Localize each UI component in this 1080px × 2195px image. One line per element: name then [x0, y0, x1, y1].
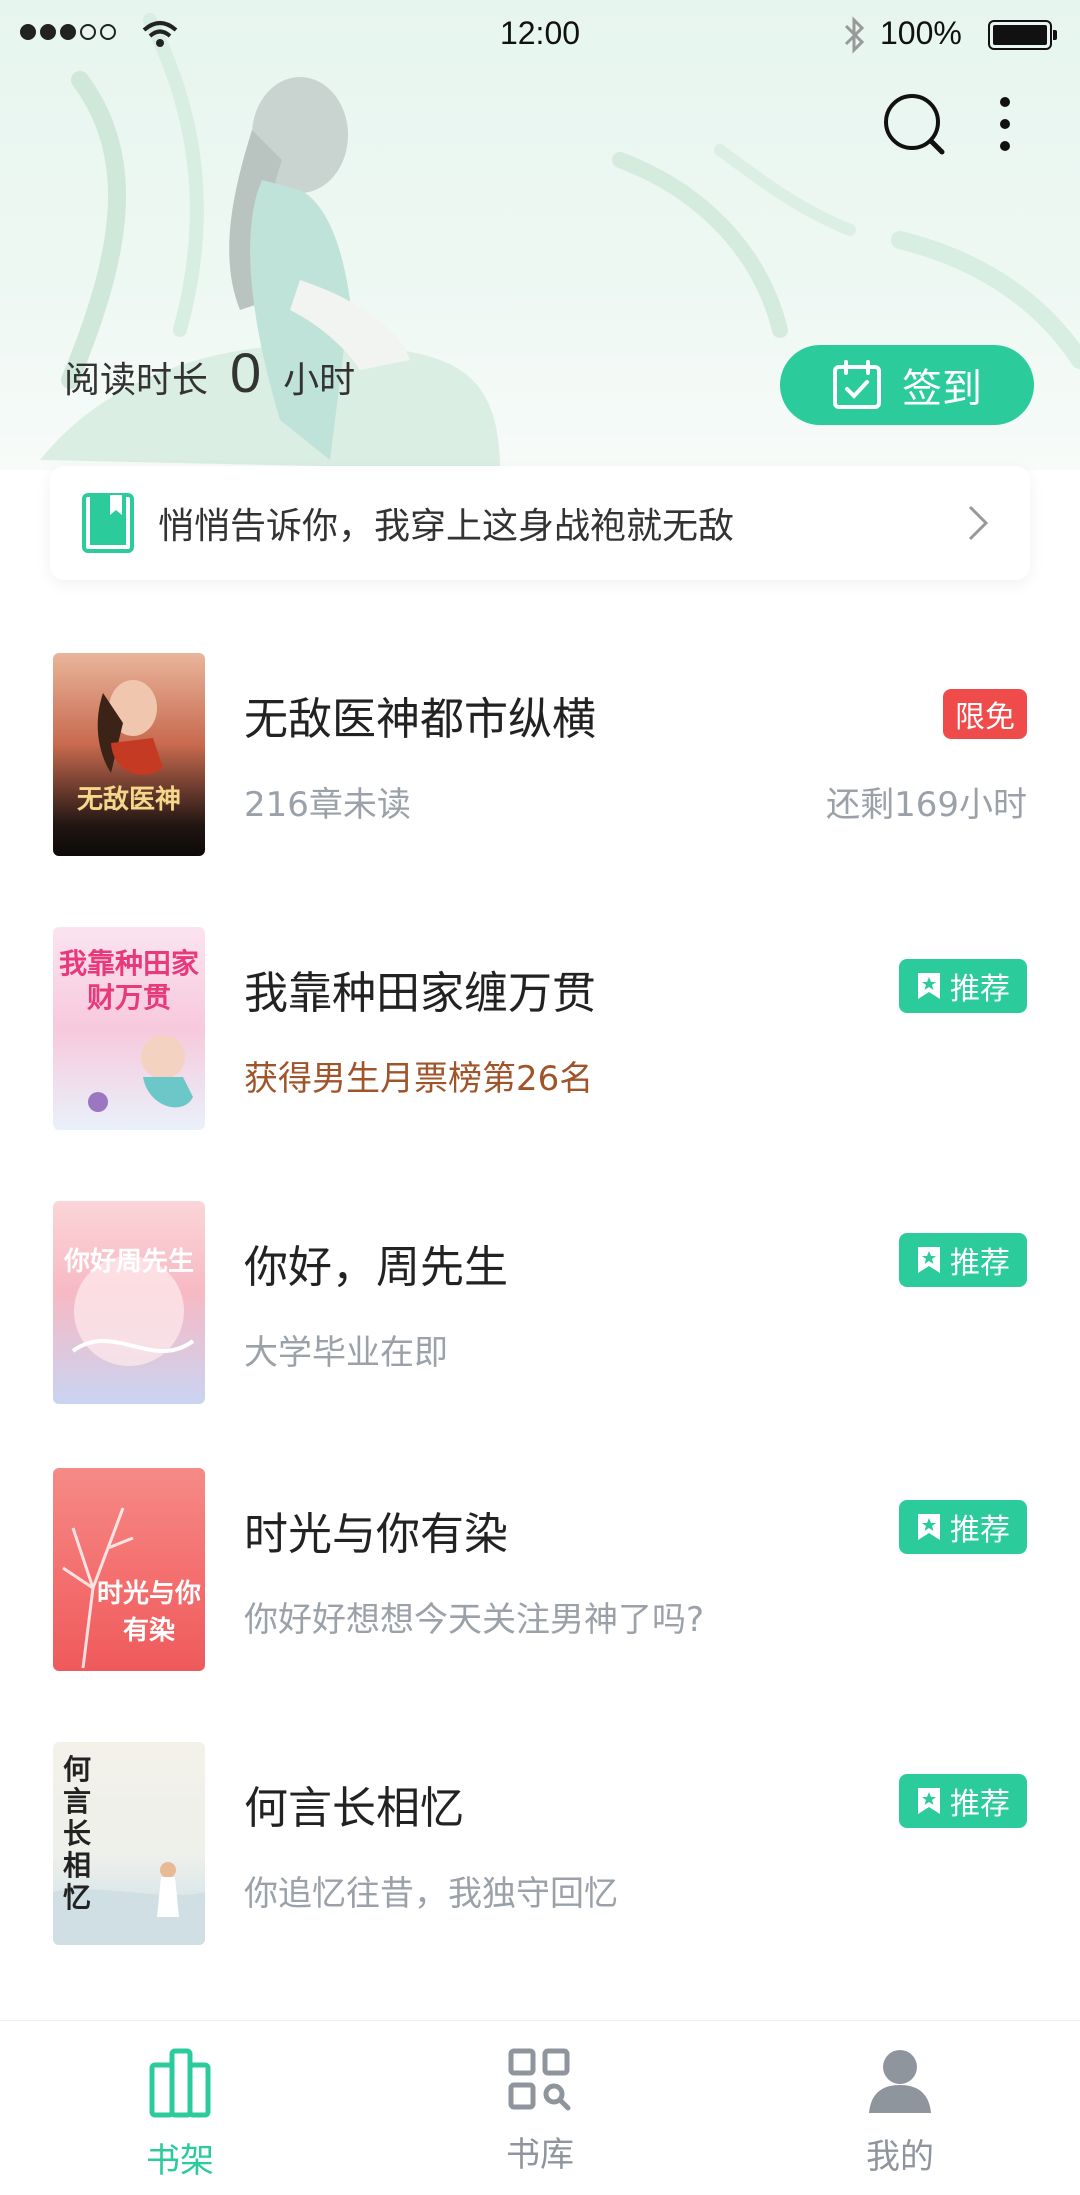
book-cover: 何言长相忆 — [53, 1742, 205, 1945]
recommend-label: 推荐 — [950, 972, 1010, 1007]
recommend-badge: 推荐 — [899, 1233, 1027, 1287]
recommend-badge: 推荐 — [899, 1774, 1027, 1828]
bookshelf-screen: 12:00 100% 阅读时长 0 小时 签到 悄悄告诉你，我穿上这身战袍就无敌… — [0, 0, 1080, 2195]
profile-icon — [869, 2050, 931, 2113]
book-cover: 时光与你有染 — [53, 1468, 205, 1671]
book-item[interactable]: 无敌医神 无敌医神都市纵横 216章未读 还剩169小时 限免 — [0, 653, 1080, 863]
book-cover: 我靠种田家财万贯 — [53, 927, 205, 1130]
calendar-check-icon — [833, 360, 881, 409]
book-excerpt: 你追忆往昔，我独守回忆 — [244, 1874, 618, 1914]
bookmark-star-icon — [918, 973, 940, 999]
book-excerpt: 你好好想想今天关注男神了吗? — [244, 1600, 705, 1640]
recommend-label: 推荐 — [950, 1513, 1010, 1548]
reading-duration-unit: 小时 — [283, 360, 356, 401]
book-title: 我靠种田家缠万贯 — [244, 968, 596, 1019]
cover-title: 时光与你有染 — [96, 1579, 201, 1646]
cover-title: 何言长相忆 — [63, 1753, 92, 1914]
notice-text: 悄悄告诉你，我穿上这身战袍就无敌 — [158, 506, 735, 547]
book-item[interactable]: 何言长相忆 何言长相忆 你追忆往昔，我独守回忆 推荐 — [0, 1742, 1080, 1952]
free-badge: 限免 — [943, 689, 1027, 739]
battery-icon — [988, 20, 1057, 50]
recommend-label: 推荐 — [950, 1787, 1010, 1822]
reading-duration: 阅读时长 0 小时 — [64, 340, 355, 405]
tab-label: 书库 — [506, 2135, 574, 2175]
book-icon — [82, 493, 134, 553]
library-icon — [508, 2048, 571, 2111]
search-icon[interactable] — [880, 90, 950, 160]
bookmark-star-icon — [918, 1788, 940, 1814]
reading-duration-label: 阅读时长 — [64, 360, 209, 401]
recommend-badge: 推荐 — [899, 959, 1027, 1013]
book-cover: 你好周先生 — [53, 1201, 205, 1404]
book-time-remaining: 还剩169小时 — [826, 785, 1027, 825]
tab-profile[interactable]: 我的 — [720, 2021, 1080, 2195]
book-title: 何言长相忆 — [244, 1783, 464, 1834]
battery-percent: 100% — [880, 15, 962, 51]
bottom-tab-bar: 书架 书库 我的 — [0, 2020, 1080, 2195]
bookshelf-icon — [149, 2048, 211, 2118]
book-excerpt: 大学毕业在即 — [244, 1333, 448, 1373]
tab-bookshelf[interactable]: 书架 — [0, 2021, 360, 2195]
book-cover: 无敌医神 — [53, 653, 205, 856]
recommend-badge: 推荐 — [899, 1500, 1027, 1554]
cover-title: 无敌医神 — [76, 785, 181, 815]
book-item[interactable]: 时光与你有染 时光与你有染 你好好想想今天关注男神了吗? 推荐 — [0, 1468, 1080, 1678]
book-unread-count: 216章未读 — [244, 785, 411, 825]
book-title: 你好，周先生 — [244, 1242, 508, 1293]
book-title: 无敌医神都市纵横 — [244, 694, 596, 745]
book-title: 时光与你有染 — [244, 1509, 508, 1560]
bluetooth-icon — [844, 16, 865, 54]
book-ranking: 获得男生月票榜第26名 — [244, 1059, 594, 1099]
book-item[interactable]: 我靠种田家财万贯 我靠种田家缠万贯 获得男生月票榜第26名 推荐 — [0, 927, 1080, 1137]
book-item[interactable]: 你好周先生 你好，周先生 大学毕业在即 推荐 — [0, 1201, 1080, 1411]
checkin-button[interactable]: 签到 — [780, 345, 1034, 425]
cover-title: 你好周先生 — [63, 1247, 194, 1277]
more-options-icon[interactable] — [985, 90, 1025, 160]
bookmark-star-icon — [918, 1514, 940, 1540]
bookmark-star-icon — [918, 1247, 940, 1273]
notice-banner[interactable]: 悄悄告诉你，我穿上这身战袍就无敌 — [50, 466, 1030, 580]
checkin-label: 签到 — [902, 366, 982, 412]
cover-title: 我靠种田家财万贯 — [58, 947, 199, 1014]
status-bar: 12:00 100% — [0, 0, 1080, 70]
tab-label: 我的 — [866, 2137, 934, 2177]
reading-duration-value: 0 — [230, 341, 262, 404]
tab-library[interactable]: 书库 — [360, 2021, 720, 2195]
recommend-label: 推荐 — [950, 1246, 1010, 1281]
chevron-right-icon — [968, 505, 989, 541]
tab-label: 书架 — [146, 2141, 214, 2181]
